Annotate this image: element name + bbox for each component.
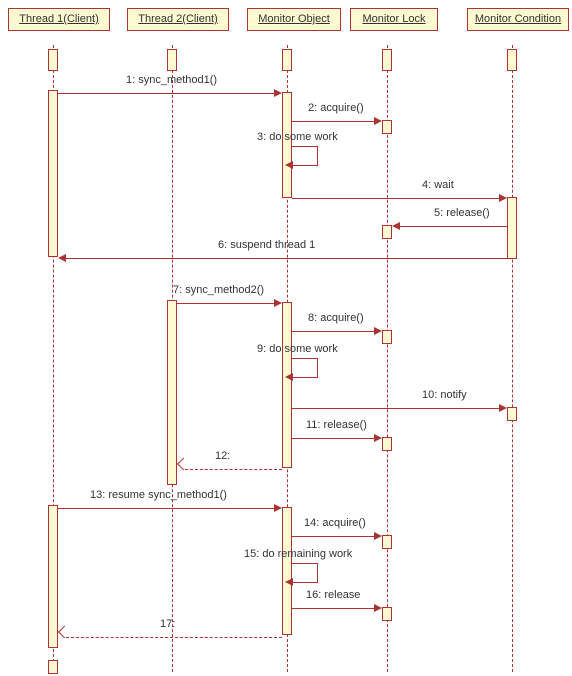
activation-mlock-2	[382, 225, 392, 239]
lifeline-line-monitor-condition	[512, 45, 513, 672]
activation-thread1-1	[48, 90, 58, 257]
activation-mobj-3	[282, 507, 292, 635]
activation-thread2-top	[167, 49, 177, 71]
msg-6: 6: suspend thread 1	[58, 251, 507, 265]
msg-13: 13: resume sync_method1()	[58, 501, 282, 515]
activation-mlock-3	[382, 330, 392, 344]
activation-mcond-top	[507, 49, 517, 71]
activation-mlock-4	[382, 437, 392, 451]
msg-16: 16: release	[292, 601, 382, 615]
lifeline-monitor-lock: Monitor Lock	[350, 8, 438, 31]
msg-12: 12:	[177, 462, 282, 476]
msg-13-label: 13: resume sync_method1()	[90, 489, 227, 501]
activation-mlock-top	[382, 49, 392, 71]
msg-10-label: 10: notify	[422, 389, 467, 401]
msg-8-label: 8: acquire()	[308, 312, 364, 324]
activation-thread1-2	[48, 505, 58, 648]
activation-mlock-5	[382, 535, 392, 549]
msg-2-label: 2: acquire()	[308, 102, 364, 114]
lifeline-thread1: Thread 1(Client)	[8, 8, 110, 31]
msg-6-label: 6: suspend thread 1	[218, 239, 315, 251]
msg-15-self	[292, 563, 318, 583]
msg-8: 8: acquire()	[292, 324, 382, 338]
msg-14-label: 14: acquire()	[304, 517, 366, 529]
msg-5-label: 5: release()	[434, 207, 490, 219]
msg-7: 7: sync_method2()	[177, 296, 282, 310]
msg-17: 17:	[58, 630, 282, 644]
activation-thread1-top	[48, 49, 58, 71]
msg-11: 11: release()	[292, 431, 382, 445]
lifeline-thread2: Thread 2(Client)	[127, 8, 229, 31]
msg-7-label: 7: sync_method2()	[173, 284, 264, 296]
activation-thread2-1	[167, 300, 177, 485]
msg-3-label: 3: do some work	[257, 131, 338, 143]
msg-14: 14: acquire()	[292, 529, 382, 543]
lifeline-monitor-condition: Monitor Condition	[467, 8, 569, 31]
msg-9-self	[292, 358, 318, 378]
msg-1-label: 1: sync_method1()	[126, 74, 217, 86]
msg-4: 4: wait	[292, 191, 507, 205]
msg-2: 2: acquire()	[292, 114, 382, 128]
activation-mcond-2	[507, 407, 517, 421]
msg-3-self	[292, 146, 318, 166]
activation-mlock-6	[382, 607, 392, 621]
msg-5: 5: release()	[392, 219, 507, 233]
activation-mobj-2	[282, 302, 292, 468]
msg-11-label: 11: release()	[306, 419, 367, 431]
activation-mobj-top	[282, 49, 292, 71]
msg-17-label: 17:	[160, 618, 175, 630]
activation-mlock-1	[382, 120, 392, 134]
msg-4-label: 4: wait	[422, 179, 454, 191]
activation-mcond-1	[507, 197, 517, 259]
msg-16-label: 16: release	[306, 589, 360, 601]
msg-12-label: 12:	[215, 450, 230, 462]
activation-mobj-1	[282, 92, 292, 198]
msg-9-label: 9: do some work	[257, 343, 338, 355]
lifeline-monitor-object: Monitor Object	[247, 8, 341, 31]
lifeline-line-monitor-lock	[387, 45, 388, 672]
msg-1: 1: sync_method1()	[58, 86, 282, 100]
msg-10: 10: notify	[292, 401, 507, 415]
activation-thread1-end	[48, 660, 58, 674]
msg-15-label: 15: do remaining work	[244, 548, 352, 560]
